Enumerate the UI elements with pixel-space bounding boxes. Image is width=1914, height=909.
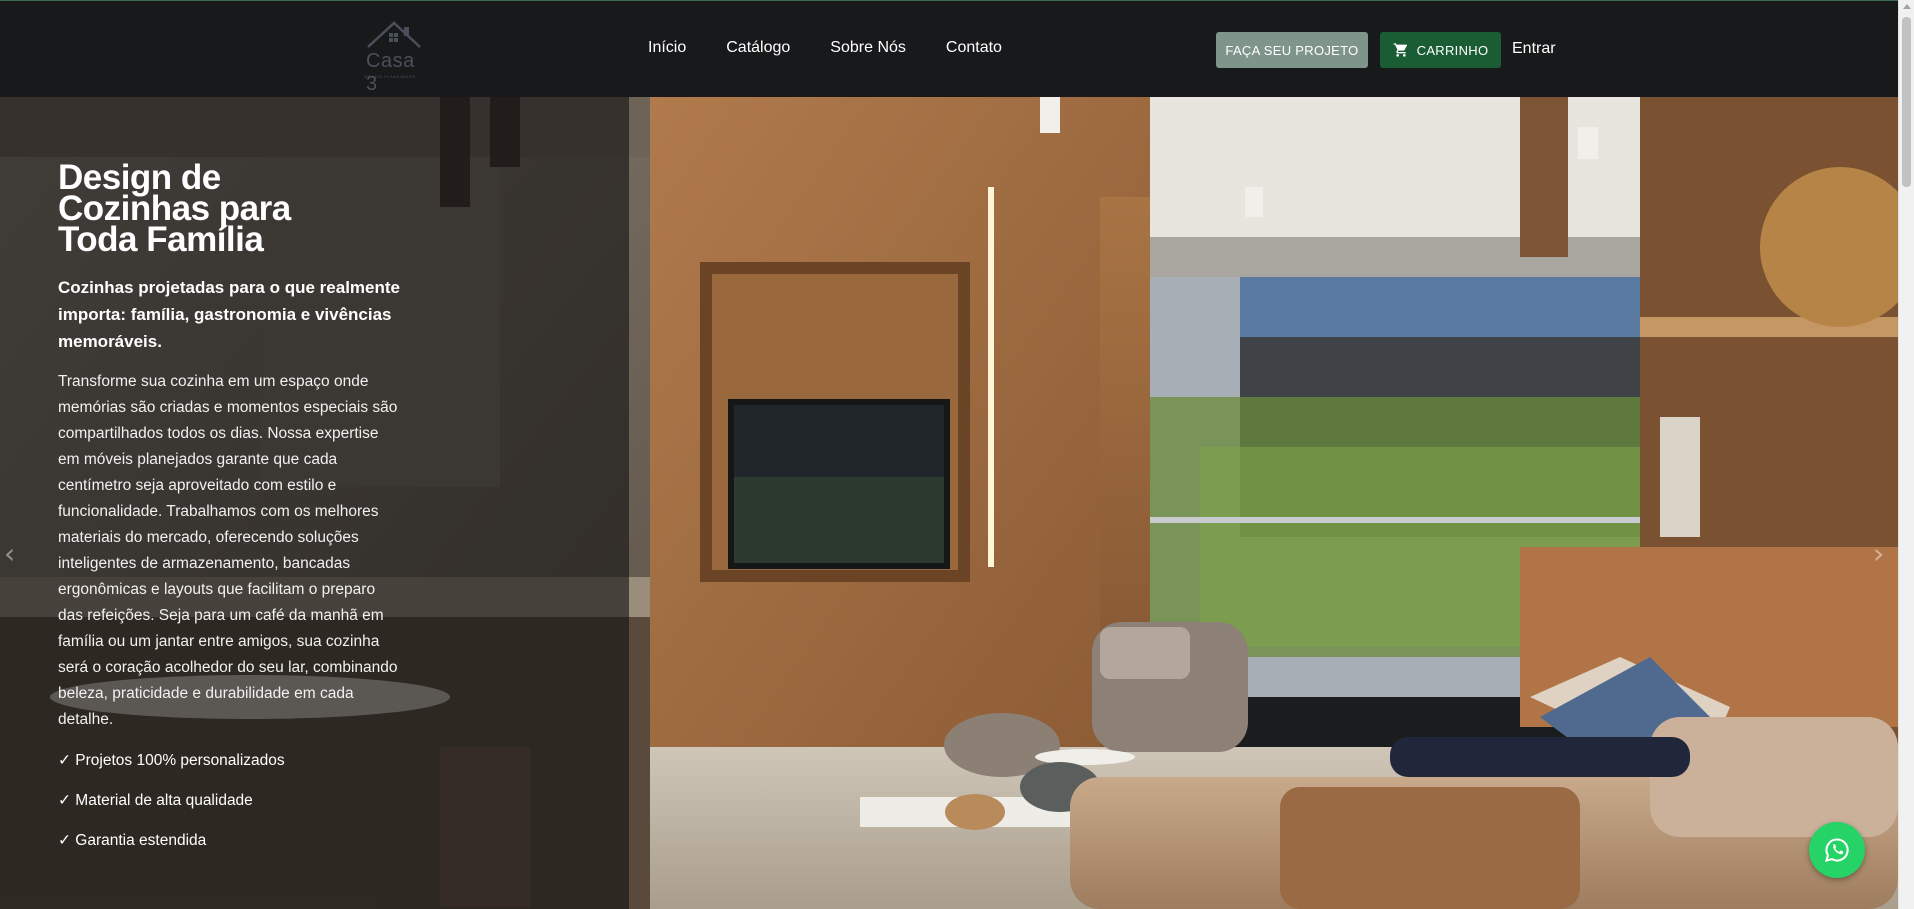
hero-description: Transforme sua cozinha em um espaço onde… (58, 373, 398, 728)
scrollbar-thumb[interactable] (1902, 17, 1911, 187)
logo-subtext: MÓVEIS PLANEJADOS (364, 74, 416, 79)
site-header: Casa 3 MÓVEIS PLANEJADOS Início Catálogo… (0, 0, 1898, 97)
hero-title: Design de Cozinhas para Toda Família (58, 158, 291, 259)
feature-item: ✓ Material de alta qualidade (58, 792, 253, 809)
logo-text: Casa 3 (366, 50, 415, 95)
page-scrollbar[interactable] (1898, 0, 1914, 909)
house-logo-icon (367, 21, 421, 48)
nav-catalogo[interactable]: Catálogo (726, 39, 790, 57)
cart-button[interactable]: CARRINHO (1380, 32, 1501, 68)
chevron-left-icon[interactable]: ‹ (4, 537, 15, 570)
whatsapp-button[interactable] (1809, 822, 1865, 878)
whatsapp-icon (1825, 838, 1849, 862)
faca-seu-projeto-button[interactable]: FAÇA SEU PROJETO (1216, 32, 1368, 68)
site-logo[interactable]: Casa 3 MÓVEIS PLANEJADOS (358, 19, 428, 95)
feature-list: ✓ Projetos 100% personalizados ✓ Materia… (58, 751, 408, 851)
scroll-up-arrow-icon[interactable] (1903, 4, 1911, 9)
hero-subtitle: Cozinhas projetadas para o que realmente… (58, 278, 400, 351)
entrar-link[interactable]: Entrar (1512, 40, 1556, 58)
feature-item: ✓ Garantia estendida (58, 832, 207, 849)
hero-banner: Design de Cozinhas para Toda Família Coz… (0, 97, 1898, 909)
hero-content: Design de Cozinhas para Toda Família Coz… (58, 158, 408, 871)
nav-sobre-nos[interactable]: Sobre Nós (830, 39, 906, 57)
cart-label: CARRINHO (1416, 42, 1489, 58)
cart-icon (1393, 43, 1407, 57)
nav-inicio[interactable]: Início (648, 39, 686, 57)
nav-contato[interactable]: Contato (946, 39, 1002, 57)
main-nav: Início Catálogo Sobre Nós Contato (648, 39, 1002, 57)
chevron-right-icon[interactable]: › (1873, 537, 1884, 570)
feature-item: ✓ Projetos 100% personalizados (58, 752, 285, 769)
